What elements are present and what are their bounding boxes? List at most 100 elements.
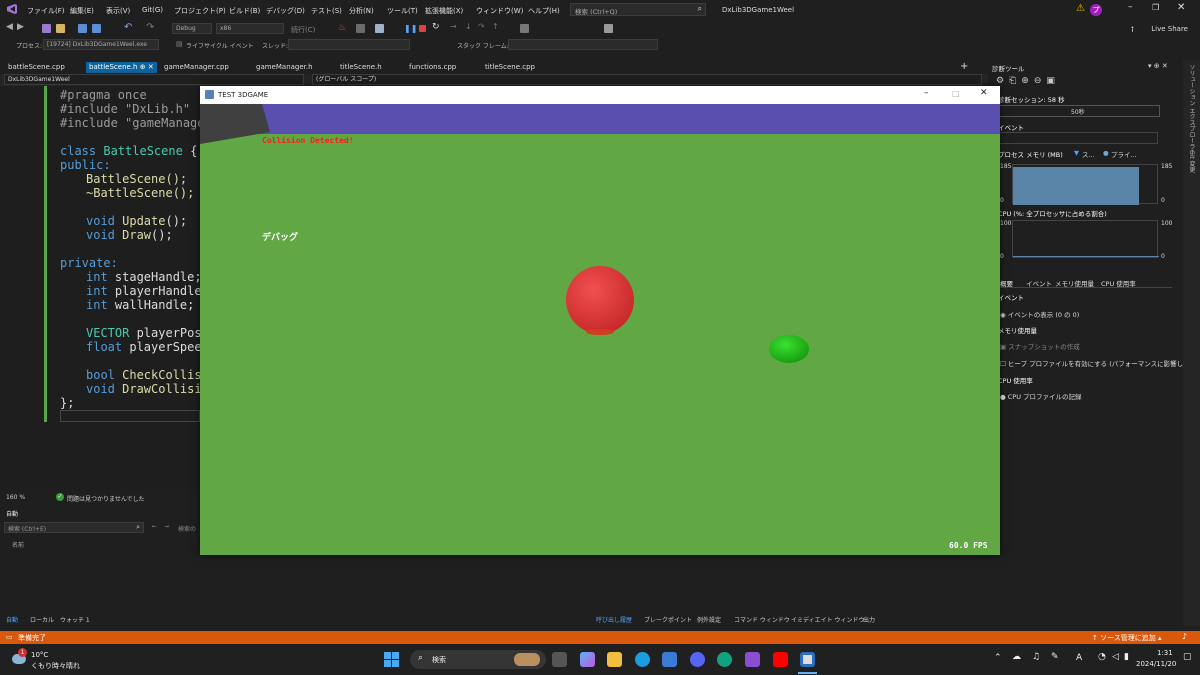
show-events-link[interactable]: ◉ イベントの表示 (0 の 0) bbox=[1000, 309, 1079, 319]
project-dropdown[interactable]: DxLib3DGame1Weel bbox=[4, 74, 304, 85]
battery-icon[interactable]: ▮ bbox=[1124, 652, 1129, 662]
windows-start-icon[interactable] bbox=[384, 652, 399, 667]
copilot-icon[interactable] bbox=[580, 652, 595, 667]
hot-reload-icon[interactable]: ♨ bbox=[338, 23, 346, 33]
back-icon[interactable]: ◀ bbox=[6, 22, 13, 32]
cpu-chart[interactable] bbox=[1012, 220, 1159, 258]
tab-memory-usage[interactable]: メモリ使用量 bbox=[1055, 278, 1094, 288]
tab-breakpoints[interactable]: ブレークポイント bbox=[644, 615, 692, 624]
tab-autos[interactable]: 自動 bbox=[6, 615, 18, 624]
undo-icon[interactable]: ↶ bbox=[124, 22, 132, 33]
clock-date[interactable]: 2024/11/20 bbox=[1136, 660, 1176, 668]
pin-icon[interactable]: ▾ ⊕ ✕ bbox=[1148, 62, 1168, 70]
menu-git[interactable]: Git(G) bbox=[142, 6, 163, 14]
menu-debug[interactable]: デバッグ(D) bbox=[266, 6, 305, 16]
tab-immediate-window[interactable]: イミディエイト ウィンドウ bbox=[791, 615, 865, 624]
forward-icon[interactable]: → bbox=[164, 523, 169, 530]
taskbar-search[interactable]: ⌕ 検索 bbox=[410, 650, 546, 669]
source-control-button[interactable]: ↑ ソース管理に追加 ▴ bbox=[1092, 633, 1162, 643]
wifi-icon[interactable]: ◔ bbox=[1098, 652, 1106, 662]
tab-git-changes[interactable]: Git 変更 bbox=[1187, 150, 1196, 173]
task-view-icon[interactable] bbox=[552, 652, 567, 667]
gear-icon[interactable]: ⚙ bbox=[996, 76, 1009, 86]
hex-icon[interactable] bbox=[520, 24, 529, 33]
visual-studio-icon[interactable] bbox=[745, 652, 760, 667]
menu-extensions[interactable]: 拡張機能(X) bbox=[425, 6, 463, 16]
export-icon[interactable]: ⎗ bbox=[1009, 76, 1021, 86]
timeline-ruler[interactable]: 50秒 bbox=[998, 105, 1160, 117]
volume-icon[interactable]: ◁ bbox=[1112, 652, 1119, 662]
take-snapshot-button[interactable]: ▣ スナップショットの作成 bbox=[1000, 341, 1080, 351]
menu-help[interactable]: ヘルプ(H) bbox=[528, 6, 560, 16]
store-icon[interactable] bbox=[662, 652, 677, 667]
tab-summary[interactable]: 概要 bbox=[1000, 278, 1013, 288]
microphone-icon[interactable]: ♫ bbox=[1032, 652, 1040, 662]
scope-dropdown[interactable]: (グローバル スコープ) bbox=[312, 74, 982, 85]
menu-file[interactable]: ファイル(F) bbox=[27, 6, 65, 16]
game-minimize-icon[interactable]: – bbox=[924, 88, 929, 98]
tab-battlescene-cpp[interactable]: battleScene.cpp bbox=[8, 63, 65, 71]
step-over-icon[interactable]: ↷ bbox=[478, 22, 485, 31]
tab-close-icon[interactable]: ✕ bbox=[148, 63, 154, 71]
reset-zoom-icon[interactable]: ▣ bbox=[1046, 76, 1060, 86]
tab-exception-settings[interactable]: 例外設定 bbox=[697, 615, 721, 624]
menu-build[interactable]: ビルド(B) bbox=[229, 6, 260, 16]
tab-command-window[interactable]: コマンド ウィンドウ bbox=[734, 615, 790, 624]
tab-call-stack[interactable]: 呼び出し履歴 bbox=[596, 615, 632, 624]
menu-edit[interactable]: 編集(E) bbox=[70, 6, 94, 16]
tab-watch-1[interactable]: ウォッチ 1 bbox=[60, 615, 90, 624]
step-out-icon[interactable]: ↑ bbox=[492, 22, 499, 31]
menu-analyze[interactable]: 分析(N) bbox=[349, 6, 374, 16]
memory-chart[interactable] bbox=[1012, 164, 1158, 205]
step-into-icon[interactable]: ↓ bbox=[465, 22, 472, 31]
stackframe-dropdown[interactable] bbox=[508, 39, 658, 50]
platform-dropdown[interactable]: x86 bbox=[216, 23, 284, 34]
tab-titlescene-cpp[interactable]: titleScene.cpp bbox=[485, 63, 535, 71]
heap-profile-checkbox[interactable]: ☐ ヒープ プロファイルを有効にする (パフォーマンスに影響しま bbox=[1000, 358, 1190, 368]
edge-icon[interactable] bbox=[635, 652, 650, 667]
discord-icon[interactable] bbox=[690, 652, 705, 667]
tab-solution-explorer[interactable]: ソリューション エクスプローラー bbox=[1187, 64, 1196, 156]
minimize-icon[interactable]: – bbox=[1128, 2, 1133, 12]
back-icon[interactable]: ← bbox=[152, 523, 157, 530]
game-app-icon[interactable] bbox=[800, 652, 815, 667]
warning-icon[interactable]: ⚠ bbox=[1076, 3, 1085, 14]
onedrive-icon[interactable]: ☁ bbox=[1012, 652, 1021, 662]
restart-icon[interactable]: ↻ bbox=[432, 22, 440, 32]
pin-icon[interactable]: ⊕ bbox=[140, 63, 146, 71]
process-dropdown[interactable]: [19724] DxLib3DGame1Weel.exe bbox=[43, 39, 159, 50]
zoom-in-icon[interactable]: ⊕ bbox=[1021, 76, 1034, 86]
lifecycle-events[interactable]: ライフサイクル イベント bbox=[186, 41, 254, 50]
pen-icon[interactable]: ✎ bbox=[1051, 652, 1059, 662]
game-viewport[interactable]: Collision Detected! デバッグ 60.0 FPS bbox=[200, 104, 1000, 555]
zoom-level[interactable]: 160 % bbox=[6, 494, 25, 501]
game-close-icon[interactable]: ✕ bbox=[980, 88, 988, 98]
redo-icon[interactable]: ↷ bbox=[146, 22, 154, 33]
close-icon[interactable]: ✕ bbox=[1177, 2, 1185, 13]
live-share-button[interactable]: Live Share bbox=[1151, 25, 1188, 33]
notification-bell-icon[interactable]: ♪ bbox=[1182, 632, 1187, 641]
youtube-icon[interactable] bbox=[773, 652, 788, 667]
screenshot-icon[interactable] bbox=[375, 24, 384, 33]
open-folder-icon[interactable] bbox=[56, 24, 65, 33]
thread-dropdown[interactable] bbox=[288, 39, 410, 50]
stop-icon[interactable] bbox=[419, 25, 426, 32]
split-icon[interactable]: + bbox=[960, 61, 968, 72]
file-explorer-icon[interactable] bbox=[607, 652, 622, 667]
tab-gamemanager-h[interactable]: gameManager.h bbox=[256, 63, 313, 71]
forward-icon[interactable]: ▶ bbox=[17, 22, 24, 32]
continue-button[interactable]: 続行(C) bbox=[291, 25, 315, 35]
zoom-out-icon[interactable]: ⊖ bbox=[1034, 76, 1047, 86]
game-maximize-icon[interactable]: □ bbox=[952, 89, 960, 98]
restore-icon[interactable]: ❐ bbox=[1152, 3, 1159, 12]
visual-studio-logo-icon[interactable] bbox=[6, 3, 18, 15]
menu-test[interactable]: テスト(S) bbox=[311, 6, 342, 16]
menu-project[interactable]: プロジェクト(P) bbox=[174, 6, 226, 16]
issues-status[interactable]: 問題は見つかりませんでした bbox=[67, 494, 145, 503]
tab-titlescene-h[interactable]: titleScene.h bbox=[340, 63, 382, 71]
show-next-icon[interactable]: → bbox=[450, 22, 457, 31]
user-avatar[interactable]: プ bbox=[1090, 4, 1102, 16]
global-search-box[interactable]: 検索 (Ctrl+Q) ⌕ bbox=[570, 3, 706, 16]
chevron-up-icon[interactable]: ⌃ bbox=[994, 653, 1002, 663]
ime-indicator[interactable]: A bbox=[1076, 653, 1082, 663]
